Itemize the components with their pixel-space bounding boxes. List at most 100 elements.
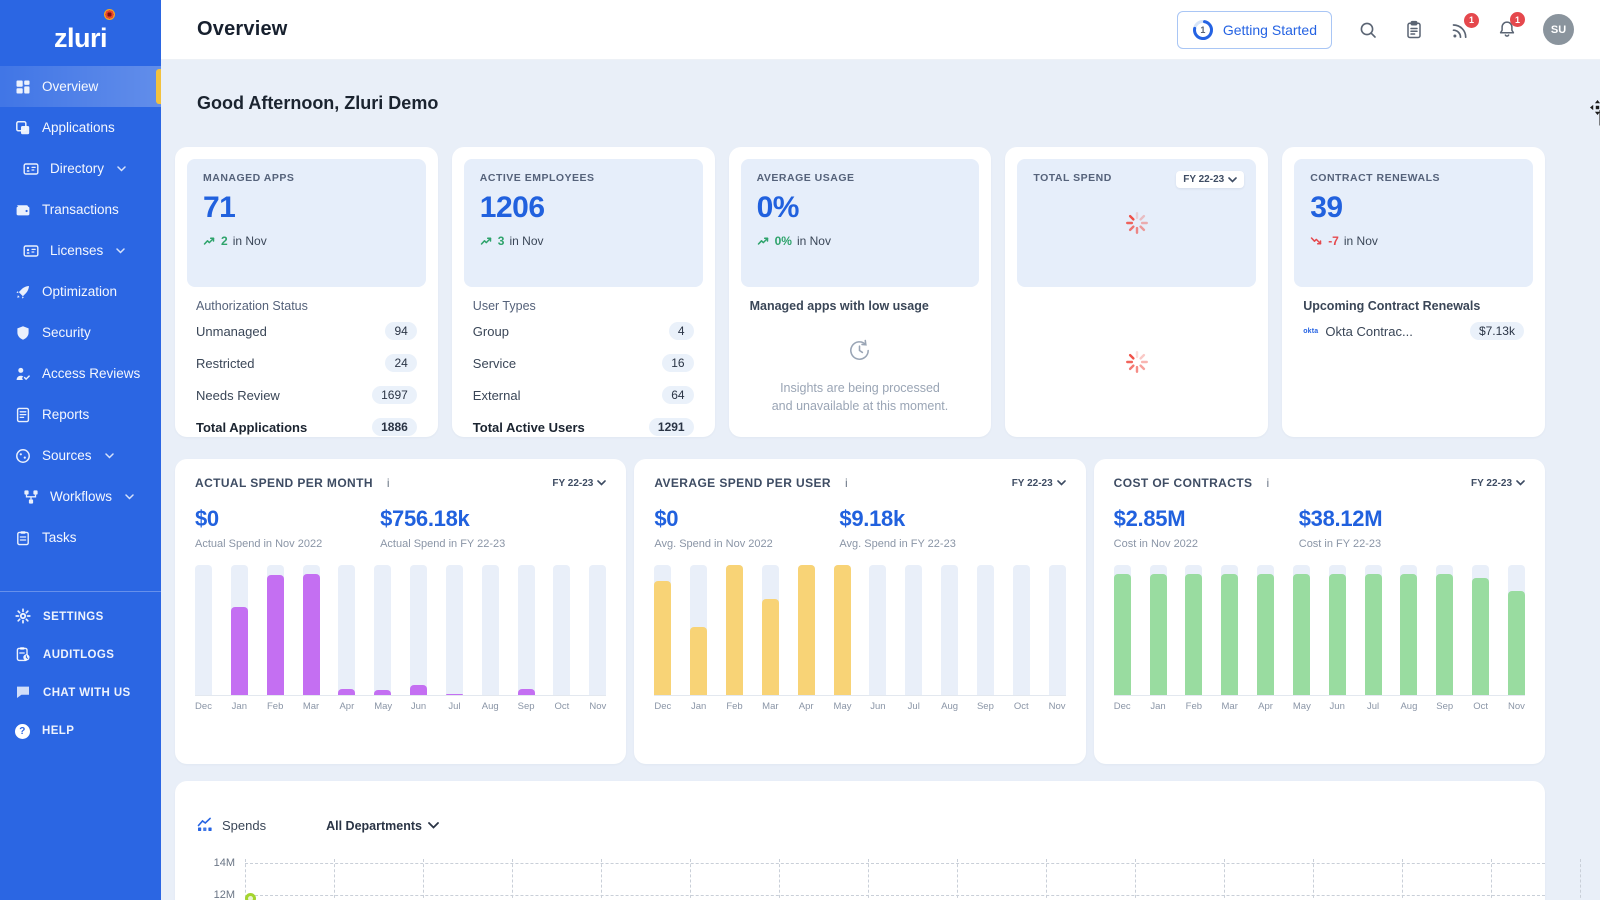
bar-chart-months: DecJanFebMarAprMayJunJulAugSepOctNov: [1114, 701, 1525, 712]
move-widget-handle[interactable]: [1590, 100, 1600, 120]
stat-cards-row: MANAGED APPS 71 2 in Nov Authorization S…: [175, 147, 1545, 437]
bar-oct: [553, 565, 570, 695]
sidebar-item-label: Applications: [42, 120, 115, 135]
bar-fill: [1114, 574, 1131, 695]
fy-period-dropdown[interactable]: FY 22-23: [552, 478, 606, 489]
bar-track: [410, 565, 427, 695]
sidebar-item-label: AUDITLOGS: [43, 649, 114, 661]
main-area: Overview 1 Getting Started 1: [161, 0, 1600, 900]
sidebar-footer-item-help[interactable]: ?HELP: [0, 712, 161, 750]
month-label: Jun: [1329, 701, 1346, 712]
bar-track: [446, 565, 463, 695]
task-clipboard-icon[interactable]: [1404, 20, 1424, 40]
fy-period-dropdown[interactable]: FY 22-23: [1012, 478, 1066, 489]
bar-track: [195, 565, 212, 695]
count-pill: 4: [669, 322, 694, 340]
section-title: Managed apps with low usage: [750, 299, 971, 313]
month-label: Apr: [1257, 701, 1274, 712]
bar-fill: [1293, 574, 1310, 695]
getting-started-button[interactable]: 1 Getting Started: [1177, 11, 1332, 49]
bar-chart: [1114, 565, 1525, 696]
bar-mar: [1221, 565, 1238, 695]
bar-feb: [1185, 565, 1202, 695]
greeting: Good Afternoon, Zluri Demo: [197, 93, 1545, 114]
sidebar-item-sources[interactable]: Sources: [0, 435, 161, 476]
bar-track: [869, 565, 886, 695]
sidebar-item-workflows[interactable]: Workflows: [0, 476, 161, 517]
sidebar-item-security[interactable]: Security: [0, 312, 161, 353]
sidebar-footer-item-settings[interactable]: SETTINGS: [0, 598, 161, 636]
person-check-icon: [15, 366, 31, 382]
bar-oct: [1013, 565, 1030, 695]
fy-period-dropdown[interactable]: FY 22-23: [1176, 171, 1244, 188]
bar-track: [1049, 565, 1066, 695]
month-label: Mar: [1221, 701, 1238, 712]
feed-badge: 1: [1464, 13, 1479, 28]
contract-renewals-card: CONTRACT RENEWALS 39 -7 in Nov Upcoming …: [1282, 147, 1545, 437]
department-filter-dropdown[interactable]: All Departments: [326, 819, 439, 833]
bar-track: [941, 565, 958, 695]
sidebar-item-label: Licenses: [50, 243, 103, 258]
sidebar-item-tasks[interactable]: Tasks: [0, 517, 161, 558]
bar-apr: [338, 565, 355, 695]
help-icon: ?: [15, 724, 30, 739]
month-label: Sep: [1436, 701, 1453, 712]
okta-icon: okta: [1303, 328, 1318, 335]
count-pill: 64: [662, 386, 693, 404]
month-label: Oct: [1472, 701, 1489, 712]
gridline-v: [1580, 859, 1581, 900]
spends-chart-icon: [197, 816, 213, 835]
bar-chart: [654, 565, 1065, 696]
gridline-v: [690, 859, 691, 900]
count-pill: 1697: [372, 386, 417, 404]
stat-rows: oktaOkta Contrac...$7.13k: [1303, 315, 1524, 347]
bar-apr: [1257, 565, 1274, 695]
trend: 3 in Nov: [480, 234, 687, 248]
month-label: Jun: [869, 701, 886, 712]
bar-sep: [1436, 565, 1453, 695]
sidebar-item-reports[interactable]: Reports: [0, 394, 161, 435]
fy-period-dropdown[interactable]: FY 22-23: [1471, 478, 1525, 489]
stat-row-label: Restricted: [196, 356, 255, 371]
stat-row: External64: [473, 379, 694, 411]
sidebar-item-applications[interactable]: Applications: [0, 107, 161, 148]
sidebar-item-access-reviews[interactable]: Access Reviews: [0, 353, 161, 394]
spends-card: Spends All Departments 14M 12M: [175, 781, 1545, 900]
bar-track: [338, 565, 355, 695]
bar-fill: [690, 627, 707, 695]
month-label: Jul: [446, 701, 463, 712]
brand-logo[interactable]: zluri: [0, 0, 161, 62]
fy-value: $38.12M: [1299, 506, 1484, 532]
fy-value: $9.18k: [839, 506, 1024, 532]
content-area: Good Afternoon, Zluri Demo MANAGED APPS …: [161, 60, 1600, 900]
sidebar-item-licenses[interactable]: Licenses: [0, 230, 161, 271]
directory-card-icon: [23, 161, 39, 177]
search-icon[interactable]: [1358, 20, 1378, 40]
sidebar-item-overview[interactable]: Overview: [0, 66, 161, 107]
active-employees-card: ACTIVE EMPLOYEES 1206 3 in Nov User Type…: [452, 147, 715, 437]
sidebar-item-optimization[interactable]: Optimization: [0, 271, 161, 312]
sidebar-footer-item-auditlogs[interactable]: AUDITLOGS: [0, 636, 161, 674]
notifications-bell-icon[interactable]: 1: [1497, 19, 1517, 40]
info-icon[interactable]: i: [845, 476, 848, 490]
info-icon[interactable]: i: [387, 476, 390, 490]
sidebar-footer-item-chat-with-us[interactable]: CHAT WITH US: [0, 674, 161, 712]
avatar[interactable]: SU: [1543, 14, 1574, 45]
sidebar-item-transactions[interactable]: Transactions: [0, 189, 161, 230]
feed-icon[interactable]: 1: [1450, 20, 1471, 40]
card-title: MANAGED APPS: [203, 172, 410, 184]
bar-may: [374, 565, 391, 695]
loading-spinner: [1033, 210, 1240, 236]
info-icon[interactable]: i: [1266, 476, 1269, 490]
bar-jul: [446, 565, 463, 695]
sidebar-item-directory[interactable]: Directory: [0, 148, 161, 189]
month-label: Feb: [1185, 701, 1202, 712]
empty-state-message: Insights are being processed and unavail…: [772, 379, 949, 415]
bar-fill: [303, 574, 320, 695]
bar-may: [1293, 565, 1310, 695]
month-label: Nov: [1508, 701, 1525, 712]
gridline-v: [868, 859, 869, 900]
month-label: Jun: [410, 701, 427, 712]
month-label: Feb: [267, 701, 284, 712]
bar-fill: [1365, 574, 1382, 695]
